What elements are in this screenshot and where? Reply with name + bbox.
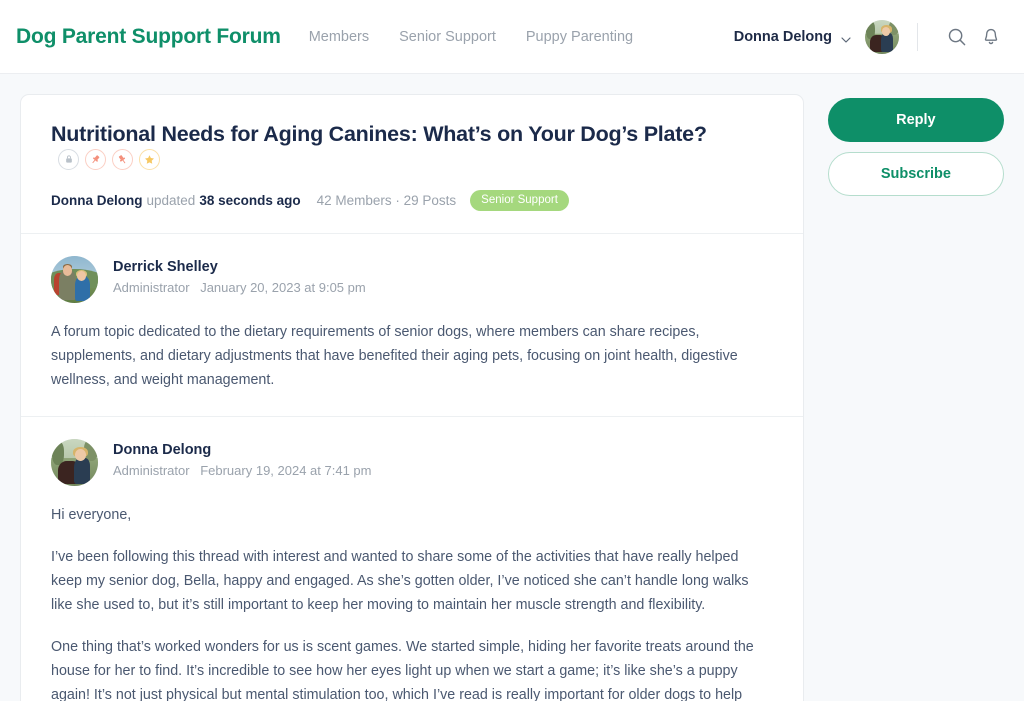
topic-counts: 42 Members · 29 Posts [316, 192, 457, 208]
post-author-name[interactable]: Derrick Shelley [113, 259, 366, 275]
post-identity: Derrick Shelley Administrator January 20… [113, 256, 366, 295]
post-author-name[interactable]: Donna Delong [113, 442, 371, 458]
topic-card: Nutritional Needs for Aging Canines: Wha… [20, 94, 804, 701]
post-paragraph: A forum topic dedicated to the dietary r… [51, 323, 738, 388]
post-author-role: Administrator [113, 462, 190, 478]
topic-badges [58, 148, 160, 170]
nav-item-senior-support[interactable]: Senior Support [399, 29, 496, 45]
post-paragraph: I’ve been following this thread with int… [51, 548, 749, 613]
bell-icon[interactable] [978, 24, 1004, 50]
nav-item-puppy-parenting[interactable]: Puppy Parenting [526, 29, 633, 45]
top-navigation-bar: Dog Parent Support Forum Members Senior … [0, 0, 1024, 74]
avatar[interactable] [51, 255, 98, 303]
pin-icon[interactable] [85, 148, 106, 170]
nav-item-members[interactable]: Members [309, 29, 369, 45]
post-body: Hi everyone, I’ve been following this th… [51, 503, 773, 701]
topic-author[interactable]: Donna Delong [51, 193, 143, 208]
post-item: Derrick Shelley Administrator January 20… [21, 234, 803, 416]
post-body: A forum topic dedicated to the dietary r… [51, 320, 773, 392]
status-badge[interactable]: Senior Support [470, 189, 569, 211]
post-date: February 19, 2024 at 7:41 pm [200, 462, 372, 478]
post-item: Donna Delong Administrator February 19, … [21, 417, 803, 701]
post-paragraph: Hi everyone, [51, 506, 132, 523]
topic-updated-label: updated [146, 192, 196, 208]
star-icon[interactable] [139, 148, 160, 170]
post-date: January 20, 2023 at 9:05 pm [200, 279, 366, 295]
post-header: Donna Delong Administrator February 19, … [51, 438, 773, 486]
avatar[interactable] [51, 438, 98, 486]
page-body: Nutritional Needs for Aging Canines: Wha… [0, 74, 1024, 701]
topic-sidebar: Reply Subscribe [827, 94, 1004, 196]
post-header: Derrick Shelley Administrator January 20… [51, 255, 773, 303]
post-subline: Administrator January 20, 2023 at 9:05 p… [113, 280, 366, 295]
current-user-name[interactable]: Donna Delong [734, 29, 832, 45]
nav-right-cluster: Donna Delong [734, 19, 1004, 54]
post-paragraph: One thing that’s worked wonders for us i… [51, 638, 754, 701]
site-logo[interactable]: Dog Parent Support Forum [16, 25, 281, 49]
main-nav: Members Senior Support Puppy Parenting [309, 29, 633, 45]
lock-icon[interactable] [58, 148, 79, 170]
subscribe-button[interactable]: Subscribe [827, 152, 1004, 196]
topic-meta: Donna Delong updated 38 seconds ago 42 M… [51, 189, 773, 211]
post-identity: Donna Delong Administrator February 19, … [113, 439, 371, 478]
topic-header: Nutritional Needs for Aging Canines: Wha… [21, 95, 803, 233]
pin-icon[interactable] [112, 148, 133, 170]
divider [917, 22, 918, 51]
page-title: Nutritional Needs for Aging Canines: Wha… [51, 121, 773, 174]
topic-updated-time: 38 seconds ago [199, 192, 301, 208]
chevron-down-icon[interactable] [841, 32, 851, 43]
avatar[interactable] [865, 19, 899, 54]
topic-title-text: Nutritional Needs for Aging Canines: Wha… [51, 122, 707, 146]
post-author-role: Administrator [113, 279, 190, 295]
search-icon[interactable] [944, 24, 970, 50]
reply-button[interactable]: Reply [827, 98, 1004, 142]
post-subline: Administrator February 19, 2024 at 7:41 … [113, 463, 371, 478]
